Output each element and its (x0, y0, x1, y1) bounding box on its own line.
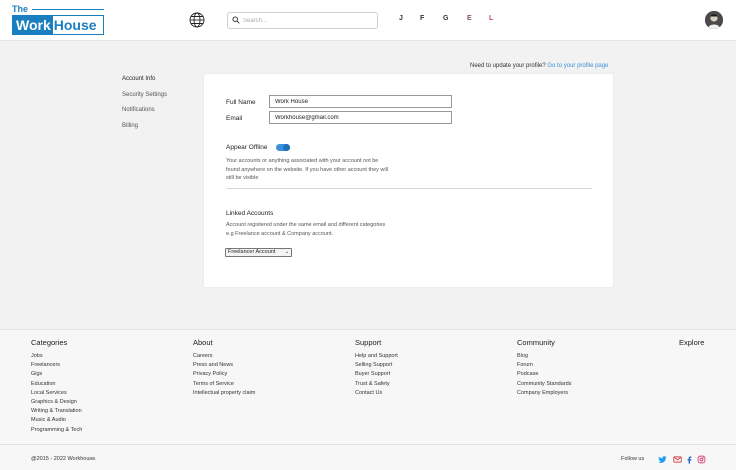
full-name-input[interactable] (269, 95, 452, 108)
appear-offline-text-line: found anywhere on the website. If you ha… (226, 166, 389, 173)
top-header: The Work House J F G E L (0, 0, 736, 41)
follow-us-label: Follow us (621, 456, 645, 462)
search-input[interactable] (243, 14, 373, 27)
footer-column-title: Community (517, 338, 555, 347)
footer-column-title: About (193, 338, 213, 347)
footer-column-support: Support Help and Support Selling Support… (355, 338, 398, 398)
footer-link[interactable]: Contact Us (355, 389, 398, 398)
linked-accounts-label: Linked Accounts (226, 210, 274, 217)
footer-link[interactable]: Terms of Service (193, 380, 255, 389)
twitter-icon[interactable] (658, 455, 667, 464)
linked-accounts-description: Account registered under the same email … (226, 221, 385, 238)
footer-link[interactable]: Company Employers (517, 389, 571, 398)
globe-icon[interactable] (189, 12, 205, 28)
logo-work-text: Work (13, 16, 53, 34)
footer-link[interactable]: Trust & Safety (355, 380, 398, 389)
profile-hint: Need to update your profile? Go to your … (470, 63, 608, 69)
footer-link[interactable]: Programming & Tech (31, 426, 82, 435)
footer-link[interactable]: Careers (193, 352, 255, 361)
appear-offline-label: Appear Offline (226, 144, 268, 151)
logo-the-text: The (12, 4, 29, 14)
footer-link[interactable]: Freelancers (31, 361, 82, 370)
footer-link[interactable]: Privacy Policy (193, 370, 255, 379)
footer-link[interactable]: Intellectual property claim (193, 389, 255, 398)
footer-link[interactable]: Local Services (31, 389, 82, 398)
logo-house-text: House (53, 17, 97, 33)
footer-link[interactable]: Education (31, 380, 82, 389)
appear-offline-text-line: still be visible (226, 175, 259, 181)
email-label: Email (226, 115, 243, 122)
sidenav-notifications[interactable]: Notifications (122, 106, 167, 122)
footer-link[interactable]: Help and Support (355, 352, 398, 361)
linked-account-select[interactable]: Freelancer Account ⌄ (225, 248, 292, 257)
footer-link[interactable]: Press and News (193, 361, 255, 370)
quick-letter-j[interactable]: J (399, 15, 403, 22)
footer-link[interactable]: Writing & Translation (31, 407, 82, 416)
footer-link[interactable]: Podcase (517, 370, 571, 379)
workhouse-logo[interactable]: The Work House (12, 4, 104, 35)
footer-link[interactable]: Blog (517, 352, 571, 361)
chevron-down-icon: ⌄ (284, 249, 289, 255)
sidenav-billing[interactable]: Billing (122, 122, 167, 138)
quick-letter-e[interactable]: E (467, 15, 472, 22)
footer-link[interactable]: Selling Support (355, 361, 398, 370)
sidenav-account-info[interactable]: Account Info (122, 75, 167, 91)
linked-accounts-text-line: e.g Freelance account & Company account. (226, 230, 334, 237)
copyright-text: @2015 - 2022 Workhouse. (31, 456, 97, 462)
footer-column-about: About Careers Press and News Privacy Pol… (193, 338, 255, 398)
profile-hint-text: Need to update your profile? (470, 63, 546, 69)
mail-icon[interactable] (673, 455, 682, 464)
site-footer: Categories Jobs Freelancers Gigs Educati… (0, 329, 736, 470)
footer-link[interactable]: Buyer Support (355, 370, 398, 379)
appear-offline-text-line: Your accounts or anything associated wit… (226, 158, 379, 164)
linked-accounts-text-line: Account registered under the same email … (226, 222, 386, 228)
appear-offline-toggle[interactable] (276, 144, 290, 151)
footer-link[interactable]: Jobs (31, 352, 82, 361)
full-name-label: Full Name (226, 99, 256, 106)
instagram-icon[interactable] (697, 455, 706, 464)
footer-column-title: Support (355, 338, 382, 347)
email-input[interactable] (269, 111, 452, 124)
search-box[interactable] (227, 12, 378, 29)
footer-bottom-bar: @2015 - 2022 Workhouse. Follow us (0, 444, 736, 470)
settings-sidenav: Account Info Security Settings Notificat… (122, 75, 167, 137)
footer-column-title[interactable]: Explore (679, 338, 704, 349)
linked-account-select-value: Freelancer Account (228, 249, 276, 255)
quick-letter-g[interactable]: G (443, 15, 448, 22)
quick-letter-l[interactable]: L (489, 15, 493, 22)
search-icon (232, 16, 240, 24)
footer-column-categories: Categories Jobs Freelancers Gigs Educati… (31, 338, 82, 435)
footer-link[interactable]: Gigs (31, 370, 82, 379)
footer-column-explore: Explore (679, 338, 704, 352)
sidenav-security-settings[interactable]: Security Settings (122, 91, 167, 107)
appear-offline-description: Your accounts or anything associated wit… (226, 157, 388, 183)
footer-link[interactable]: Forum (517, 361, 571, 370)
facebook-icon[interactable] (685, 455, 694, 464)
profile-page-link[interactable]: Go to your profile page (547, 63, 608, 69)
footer-column-community: Community Blog Forum Podcase Community S… (517, 338, 571, 398)
footer-link[interactable]: Community Standards (517, 380, 571, 389)
account-info-card: Full Name Email Appear Offline Your acco… (204, 74, 613, 287)
user-avatar[interactable] (705, 11, 723, 29)
logo-underline (32, 9, 104, 10)
section-divider (226, 188, 592, 189)
footer-link[interactable]: Graphics & Design (31, 398, 82, 407)
footer-column-title: Categories (31, 338, 68, 347)
logo-box: Work House (12, 15, 104, 35)
footer-link[interactable]: Music & Audio (31, 416, 82, 425)
quick-letter-f[interactable]: F (420, 15, 424, 22)
